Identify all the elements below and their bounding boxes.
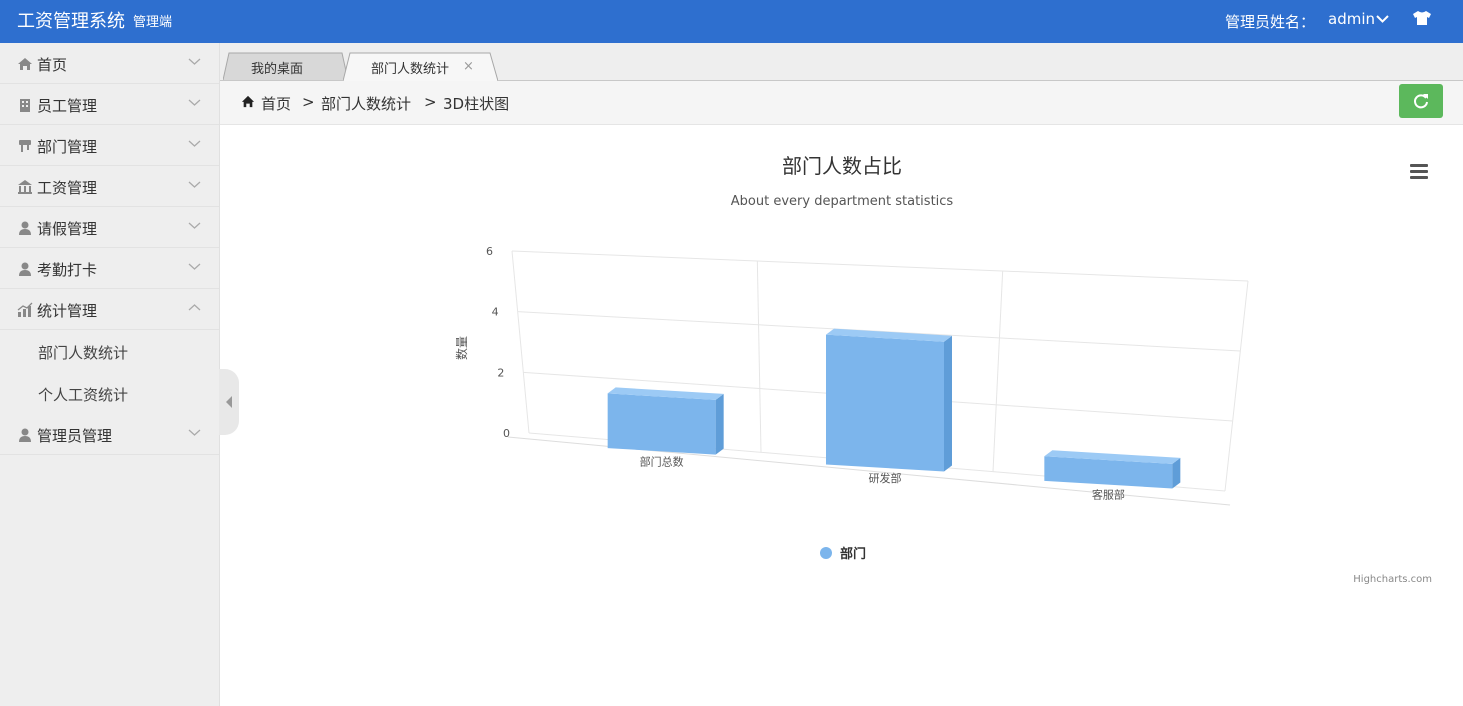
refresh-icon bbox=[1414, 94, 1428, 109]
tab-label: 部门人数统计 bbox=[371, 62, 450, 77]
sidebar-item-employee[interactable]: 员工管理 bbox=[0, 84, 219, 125]
chevron-down-icon bbox=[188, 58, 201, 65]
x-tick-label: 客服部 bbox=[1092, 488, 1125, 502]
sidebar-item-statistics[interactable]: 统计管理 bbox=[0, 289, 219, 330]
chevron-down-icon bbox=[188, 263, 201, 270]
sidebar-item-label: 首页 bbox=[37, 56, 68, 74]
chevron-down-icon bbox=[188, 140, 201, 147]
home-icon bbox=[18, 58, 32, 70]
user-icon bbox=[19, 221, 31, 235]
y-tick-label: 6 bbox=[486, 245, 493, 258]
chevron-down-icon bbox=[188, 222, 201, 229]
sidebar-item-label: 统计管理 bbox=[37, 302, 98, 320]
chart-title: 部门人数占比 bbox=[782, 154, 902, 178]
tab-dept-count[interactable]: 部门人数统计 × bbox=[343, 52, 498, 81]
chevron-down-icon bbox=[188, 429, 201, 436]
chevron-down-icon[interactable] bbox=[1376, 10, 1389, 32]
top-header: 工资管理系统 管理端 管理员姓名： admin bbox=[0, 0, 1463, 43]
chart-panel: 部门人数占比 About every department statistics… bbox=[220, 125, 1463, 706]
sidebar: 首页 员工管理 部门管理 工资管理 请假管理 考勤打卡 统计管理 部门人数统计 … bbox=[0, 43, 220, 706]
sidebar-subitem-dept-count[interactable]: 部门人数统计 bbox=[0, 330, 219, 372]
bar-side bbox=[715, 393, 724, 455]
x-tick-label: 研发部 bbox=[869, 471, 902, 485]
sidebar-subitem-personal-salary[interactable]: 个人工资统计 bbox=[0, 372, 219, 414]
y-axis-title: 数量 bbox=[454, 336, 469, 360]
sidebar-subitem-label: 部门人数统计 bbox=[38, 344, 129, 362]
close-icon[interactable]: × bbox=[463, 59, 474, 74]
bar-side bbox=[944, 335, 952, 472]
legend-item[interactable]: 部门 bbox=[840, 546, 866, 562]
sidebar-item-label: 部门管理 bbox=[37, 138, 98, 156]
user-icon bbox=[19, 428, 31, 442]
y-tick-label: 4 bbox=[492, 306, 499, 319]
sidebar-item-leave[interactable]: 请假管理 bbox=[0, 207, 219, 248]
refresh-button[interactable] bbox=[1399, 84, 1443, 118]
x-tick-label: 部门总数 bbox=[640, 454, 684, 468]
breadcrumb-current: 3D柱状图 bbox=[443, 95, 510, 113]
bar-研发部[interactable] bbox=[826, 328, 952, 472]
legend[interactable]: 部门 bbox=[820, 546, 866, 562]
gridline bbox=[511, 250, 1249, 282]
bank-icon bbox=[18, 180, 32, 194]
admin-name[interactable]: admin bbox=[1328, 10, 1375, 28]
chevron-down-icon bbox=[188, 181, 201, 188]
sidebar-item-label: 员工管理 bbox=[37, 97, 98, 115]
tab-bar: 我的桌面 部门人数统计 × bbox=[220, 43, 1463, 82]
bar-front bbox=[607, 393, 716, 455]
sidebar-item-label: 工资管理 bbox=[37, 179, 98, 197]
sidebar-item-department[interactable]: 部门管理 bbox=[0, 125, 219, 166]
building-icon bbox=[20, 99, 30, 112]
breadcrumb-separator: > bbox=[302, 93, 315, 111]
bar-front bbox=[826, 334, 944, 472]
chevron-up-icon bbox=[188, 304, 201, 311]
home-icon bbox=[241, 95, 255, 108]
chart-subtitle: About every department statistics bbox=[731, 194, 954, 209]
grid-divider bbox=[992, 270, 1004, 472]
breadcrumb-home[interactable]: 首页 bbox=[261, 93, 291, 114]
admin-label: 管理员姓名： bbox=[1225, 13, 1316, 31]
user-icon bbox=[19, 262, 31, 276]
sidebar-item-attendance[interactable]: 考勤打卡 bbox=[0, 248, 219, 289]
breadcrumb: 首页 > 部门人数统计 > 3D柱状图 bbox=[220, 81, 1463, 125]
y-tick-label: 2 bbox=[497, 366, 504, 379]
sidebar-item-label: 请假管理 bbox=[37, 220, 98, 238]
tab-label: 我的桌面 bbox=[251, 62, 304, 77]
app-subtitle: 管理端 bbox=[133, 15, 173, 30]
tree-icon bbox=[19, 140, 31, 152]
chevron-down-icon bbox=[188, 99, 201, 106]
app-title: 工资管理系统 bbox=[17, 11, 125, 32]
breadcrumb-dept-count[interactable]: 部门人数统计 bbox=[321, 93, 411, 114]
bar-部门总数[interactable] bbox=[607, 387, 724, 455]
bar-chart-3d: 部门人数占比 About every department statistics… bbox=[454, 154, 1432, 585]
legend-marker bbox=[820, 547, 832, 559]
axis-wall-line bbox=[511, 250, 530, 434]
sidebar-item-admin[interactable]: 管理员管理 bbox=[0, 414, 219, 455]
sidebar-item-salary[interactable]: 工资管理 bbox=[0, 166, 219, 207]
axis-wall-line bbox=[1224, 280, 1249, 492]
tab-desktop[interactable]: 我的桌面 bbox=[223, 52, 348, 80]
sidebar-item-label: 考勤打卡 bbox=[37, 261, 98, 279]
y-tick-label: 0 bbox=[503, 427, 510, 440]
sidebar-item-label: 管理员管理 bbox=[37, 427, 113, 445]
bar-chart-icon bbox=[17, 302, 33, 317]
chart-credits[interactable]: Highcharts.com bbox=[1353, 574, 1432, 585]
bar-客服部[interactable] bbox=[1044, 450, 1181, 489]
breadcrumb-separator: > bbox=[424, 93, 437, 111]
sidebar-item-home[interactable]: 首页 bbox=[0, 43, 219, 84]
grid-divider bbox=[756, 260, 762, 453]
menu-icon[interactable] bbox=[1410, 164, 1428, 179]
shirt-icon[interactable] bbox=[1412, 10, 1432, 30]
sidebar-subitem-label: 个人工资统计 bbox=[38, 386, 129, 404]
